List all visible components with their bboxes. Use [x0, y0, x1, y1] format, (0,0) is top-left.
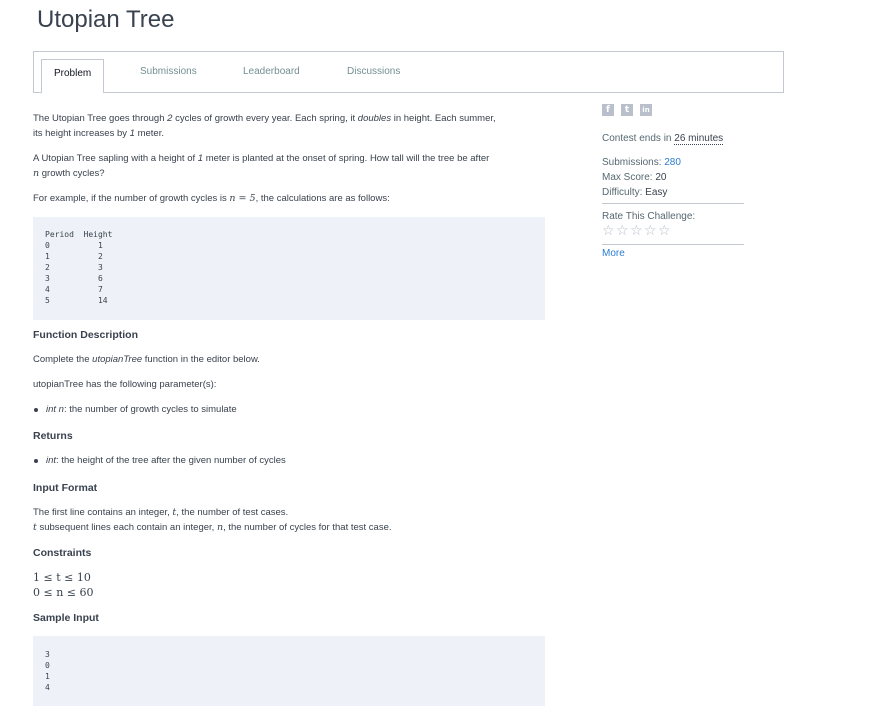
table-header: Period Height: [45, 230, 113, 239]
table-row: 4 7: [45, 285, 103, 294]
facebook-icon[interactable]: f: [602, 104, 614, 116]
text-span: subsequent lines each contain an integer…: [36, 522, 217, 533]
twitter-icon[interactable]: t: [621, 104, 633, 116]
function-description-heading: Function Description: [33, 329, 138, 341]
max-score-stat: Max Score: 20: [602, 172, 666, 183]
text-span: For example, if the number of growth cyc…: [33, 193, 230, 204]
parameter-item: int n: the number of growth cycles to si…: [46, 404, 237, 415]
returns-heading: Returns: [33, 430, 73, 442]
table-row: 2 3: [45, 263, 103, 272]
text-span: its height increases by: [33, 128, 130, 139]
statement-paragraph-2b: n growth cycles?: [33, 168, 105, 179]
sample-input-line: 1: [45, 672, 50, 681]
statement-paragraph-2: A Utopian Tree sapling with a height of …: [33, 153, 489, 164]
submissions-link[interactable]: 280: [664, 157, 681, 168]
stat-value: 20: [655, 172, 667, 183]
sample-input-line: 3: [45, 650, 50, 659]
text-span: cycles of growth every year. Each spring…: [172, 113, 358, 124]
more-link[interactable]: More: [602, 248, 625, 259]
sample-input-line: 4: [45, 683, 50, 692]
tab-submissions[interactable]: Submissions: [140, 52, 197, 92]
text-span: meter is planted at the onset of spring.…: [203, 153, 490, 164]
text-span: : the number of growth cycles to simulat…: [63, 404, 237, 415]
parameters-text: utopianTree has the following parameter(…: [33, 379, 217, 390]
bullet: [34, 459, 38, 463]
star-icon[interactable]: ☆: [602, 224, 615, 238]
contest-ends: Contest ends in 26 minutes: [602, 133, 724, 145]
page-title: Utopian Tree: [37, 6, 175, 33]
math-expression: n = 5: [229, 193, 256, 204]
sample-input-heading: Sample Input: [33, 612, 99, 624]
constraint-2: 0 ≤ n ≤ 60: [33, 586, 94, 599]
contest-label: Contest ends in: [602, 133, 675, 144]
difficulty-stat: Difficulty: Easy: [602, 187, 667, 198]
stat-value: Easy: [645, 187, 668, 198]
text-span: function in the editor below.: [142, 354, 260, 365]
tab-leaderboard[interactable]: Leaderboard: [243, 52, 300, 92]
stat-label: Max Score:: [602, 172, 656, 183]
text-span: , the number of test cases.: [176, 507, 289, 518]
text-span: Complete the: [33, 354, 93, 365]
text-span: , the calculations are as follows:: [255, 193, 390, 204]
constraints-heading: Constraints: [33, 547, 92, 559]
text-span: int: [46, 455, 57, 466]
tab-discussions[interactable]: Discussions: [347, 52, 400, 92]
sample-input-line: 0: [45, 661, 50, 670]
text-span: A Utopian Tree sapling with a height of: [33, 153, 198, 164]
text-span: meter.: [134, 128, 164, 139]
return-item: int: the height of the tree after the gi…: [46, 455, 286, 466]
linkedin-icon[interactable]: in: [640, 104, 652, 116]
star-icon[interactable]: ☆: [658, 224, 671, 238]
contest-time: 26 minutes: [674, 133, 724, 145]
text-span: in height. Each summer,: [391, 113, 496, 124]
stat-label: Difficulty:: [602, 187, 646, 198]
statement-paragraph-3: For example, if the number of growth cyc…: [33, 193, 390, 204]
sample-input-block: 3 0 1 4: [33, 636, 545, 706]
text-span: The first line contains an integer,: [33, 507, 173, 518]
input-format-heading: Input Format: [33, 482, 98, 494]
submissions-stat: Submissions: 280: [602, 157, 681, 168]
text-span: : the height of the tree after the given…: [56, 455, 286, 466]
tab-problem[interactable]: Problem: [41, 59, 105, 94]
bullet: [34, 408, 38, 412]
star-icon[interactable]: ☆: [616, 224, 629, 238]
table-row: 5 14: [45, 296, 108, 305]
text-span: The Utopian Tree goes through: [33, 113, 168, 124]
text-span: utopianTree: [92, 354, 143, 365]
table-row: 1 2: [45, 252, 103, 261]
tab-bar: Problem Submissions Leaderboard Discussi…: [33, 51, 784, 94]
rate-label: Rate This Challenge:: [602, 211, 696, 222]
input-format-line-2: t subsequent lines each contain an integ…: [33, 522, 392, 533]
star-icon[interactable]: ☆: [644, 224, 657, 238]
table-row: 0 1: [45, 241, 103, 250]
function-description-text: Complete the utopianTree function in the…: [33, 354, 260, 365]
constraint-1: 1 ≤ t ≤ 10: [33, 571, 91, 584]
statement-paragraph-1b: its height increases by 1 meter.: [33, 128, 164, 139]
text-span: doubles: [357, 113, 392, 124]
example-table-block: Period Height 0 1 1 2 2 3 3 6 4 7 5 14: [33, 217, 545, 320]
input-format-line-1: The first line contains an integer, t, t…: [33, 507, 288, 518]
divider: [602, 244, 744, 245]
text-span: growth cycles?: [39, 168, 105, 179]
divider: [602, 203, 744, 204]
stat-label: Submissions:: [602, 157, 665, 168]
table-row: 3 6: [45, 274, 103, 283]
statement-paragraph-1: The Utopian Tree goes through 2 cycles o…: [33, 113, 496, 124]
text-span: int n: [46, 404, 64, 415]
star-icon[interactable]: ☆: [630, 224, 643, 238]
text-span: , the number of cycles for that test cas…: [223, 522, 392, 533]
